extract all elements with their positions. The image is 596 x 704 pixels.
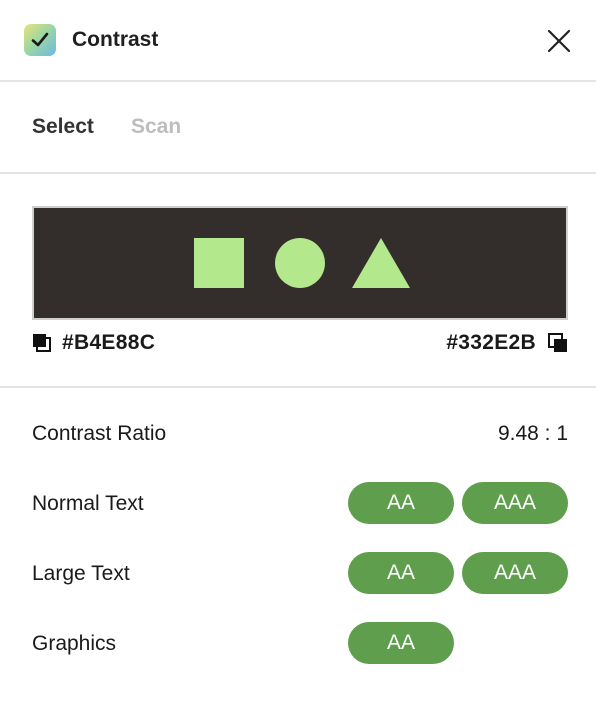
contrast-ratio-value: 9.48 : 1 (497, 422, 568, 445)
graphics-label: Graphics (32, 632, 117, 655)
normal-text-aaa-badge: AAA (462, 482, 568, 524)
tab-select[interactable]: Select (32, 115, 94, 139)
tab-scan[interactable]: Scan (131, 115, 181, 139)
foreground-hex[interactable]: #B4E88C (62, 331, 155, 355)
background-hex[interactable]: #332E2B (446, 331, 536, 355)
check-badge-icon (24, 24, 56, 56)
normal-text-label: Normal Text (32, 492, 144, 515)
preview-circle (275, 238, 325, 288)
large-text-aa-badge: AA (348, 552, 454, 594)
contrast-preview (32, 206, 568, 320)
large-text-aaa-badge: AAA (462, 552, 568, 594)
close-icon[interactable] (546, 28, 572, 54)
normal-text-aa-badge: AA (348, 482, 454, 524)
divider (0, 172, 596, 174)
divider (0, 386, 596, 388)
app-title: Contrast (72, 28, 159, 51)
divider (0, 80, 596, 82)
foreground-swatch-icon[interactable] (32, 333, 52, 353)
large-text-label: Large Text (32, 562, 130, 585)
background-swatch-icon[interactable] (548, 333, 568, 353)
preview-square (194, 238, 244, 288)
graphics-aa-badge: AA (348, 622, 454, 664)
contrast-ratio-label: Contrast Ratio (32, 422, 167, 445)
header: Contrast (0, 0, 596, 80)
